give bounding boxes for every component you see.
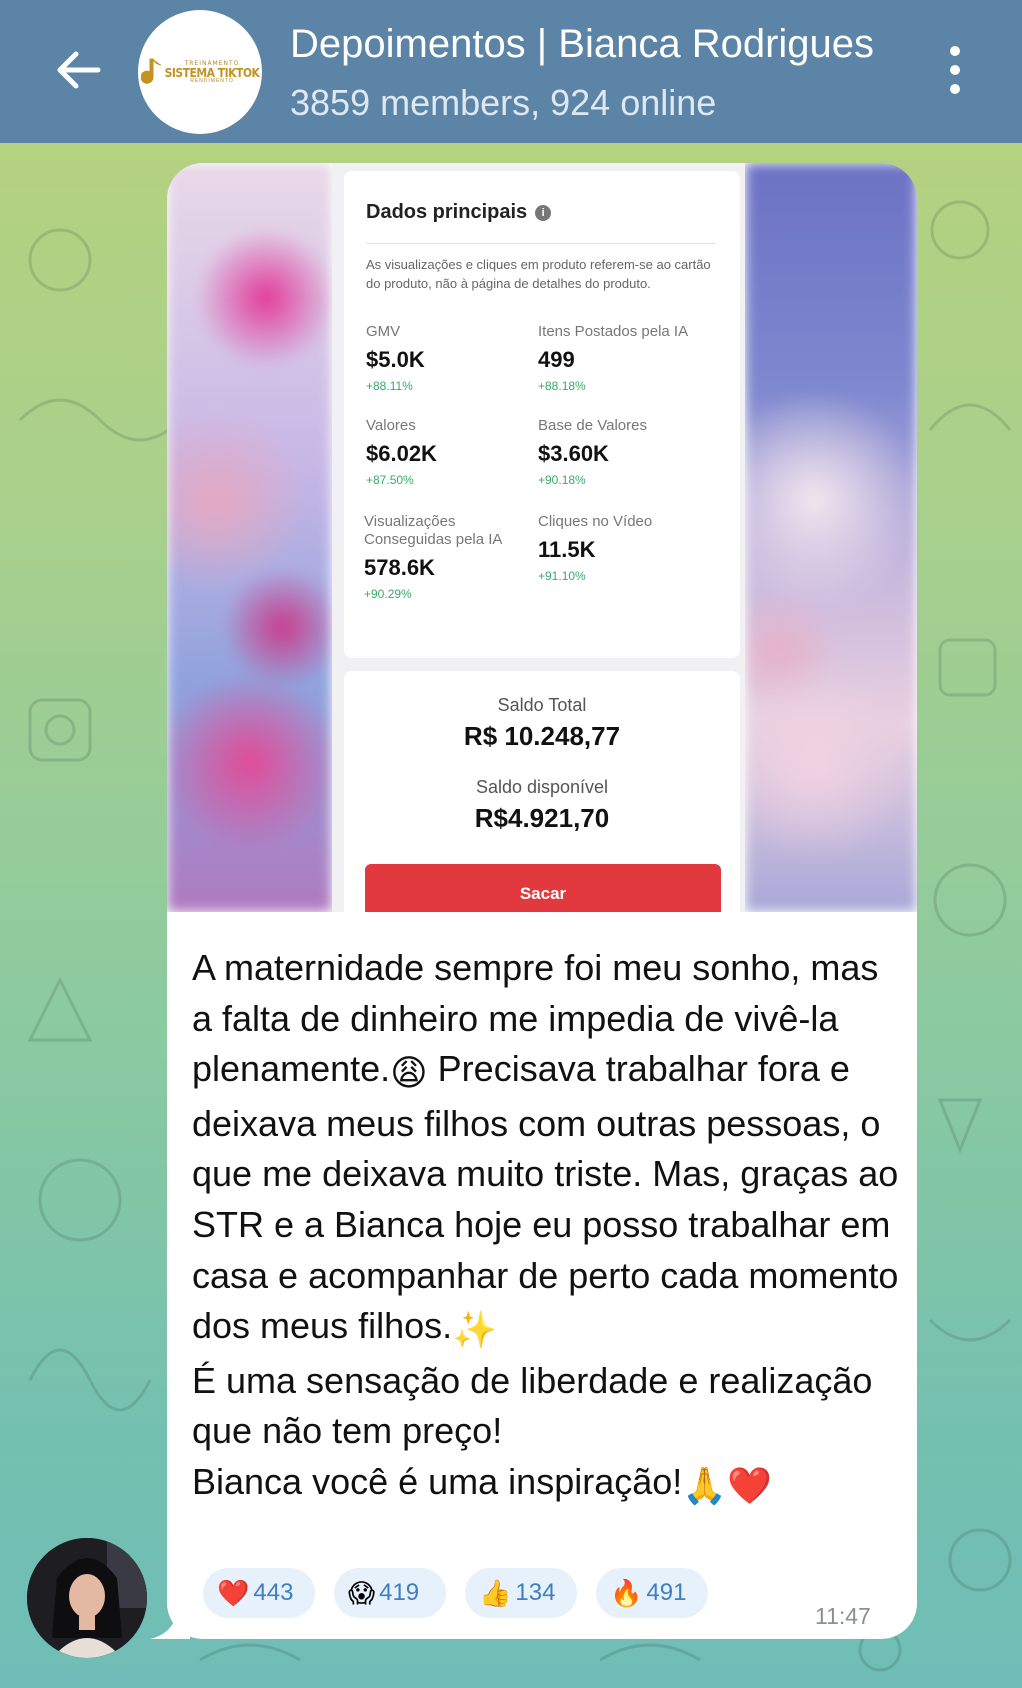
channel-logo: TREINAMENTO SISTEMA TIKTOK RENDIMENTO	[140, 57, 260, 87]
reaction-heart[interactable]: ❤️ 443	[203, 1568, 315, 1618]
metric-delta: +87.50%	[366, 473, 414, 487]
metric-value: 499	[538, 347, 575, 372]
metric-label: Valores	[366, 417, 416, 434]
metric-label: Itens Postados pela IA	[538, 323, 689, 340]
saldo-disponivel-label: Saldo disponível	[475, 777, 609, 797]
dados-principais-card: Dados principais i As visualizações e cl…	[344, 171, 740, 658]
dashboard-screenshot: Dados principais i As visualizações e cl…	[332, 163, 745, 912]
dot-icon	[950, 65, 960, 75]
metric-itens-postados: Itens Postados pela IA 499 +88.18%	[538, 323, 728, 393]
saldo-total-value: R$ 10.248,77	[463, 721, 621, 751]
reaction-count: 419	[379, 1579, 420, 1606]
saldo-disponivel-value: R$4.921,70	[474, 803, 610, 833]
metric-value: 578.6K	[364, 555, 435, 580]
blurred-flowers-right	[745, 163, 917, 912]
metric-value: $5.0K	[366, 347, 425, 372]
metric-base-valores: Base de Valores $3.60K +90.18%	[538, 417, 728, 487]
reaction-count: 491	[646, 1579, 687, 1606]
message-text: A maternidade sempre foi meu sonho, mas …	[192, 943, 902, 1512]
message-time: 11:47	[815, 1603, 871, 1629]
metric-label: Visualizações Conseguidas pela IA	[364, 513, 503, 548]
channel-avatar[interactable]: TREINAMENTO SISTEMA TIKTOK RENDIMENTO	[138, 10, 262, 134]
metric-valores: Valores $6.02K +87.50%	[366, 417, 556, 487]
message-line-4: Bianca você é uma inspiração!	[192, 1460, 683, 1502]
more-menu-button[interactable]	[940, 40, 970, 100]
sacar-button: Sacar	[365, 864, 721, 912]
thumbs-up-icon: 👍	[479, 1577, 512, 1608]
back-button[interactable]	[48, 40, 108, 100]
card-title: Dados principais	[366, 201, 528, 223]
channel-member-count: 3859 members, 924 online	[290, 82, 717, 123]
arrow-left-icon	[57, 51, 101, 89]
info-icon: i	[535, 204, 552, 221]
reaction-thumbs-up[interactable]: 👍 134	[465, 1568, 577, 1618]
message-photo[interactable]: Dados principais i As visualizações e cl…	[167, 163, 917, 912]
logo-sub-text: RENDIMENTO	[190, 77, 234, 84]
metric-visualizacoes: Visualizações Conseguidas pela IA 578.6K…	[364, 513, 534, 601]
metric-label: GMV	[366, 323, 401, 340]
sender-avatar[interactable]	[27, 1538, 147, 1658]
divider	[366, 243, 716, 244]
metric-label: Base de Valores	[538, 417, 647, 434]
message-line-3: É uma sensação de liberdade e realização…	[192, 1359, 873, 1452]
heart-icon: ❤️	[217, 1577, 250, 1608]
metric-delta: +88.18%	[538, 379, 586, 393]
fire-icon: 🔥	[610, 1577, 643, 1608]
message-bubble: Dados principais i As visualizações e cl…	[167, 163, 917, 1639]
card-title-row: Dados principais i	[366, 201, 552, 224]
music-note-icon	[140, 58, 161, 84]
metric-value: 11.5K	[538, 537, 596, 562]
metric-delta: +90.29%	[364, 587, 412, 601]
dot-icon	[950, 46, 960, 56]
metric-delta: +91.10%	[538, 569, 586, 583]
message-line-2: Precisava trabalhar fora e deixava meus …	[192, 1048, 899, 1347]
card-description: As visualizações e cliques em produto re…	[366, 257, 711, 291]
reaction-count: 443	[253, 1579, 294, 1606]
chat-header: TREINAMENTO SISTEMA TIKTOK RENDIMENTO De…	[0, 0, 1022, 143]
metric-label: Cliques no Vídeo	[538, 513, 653, 530]
metric-delta: +90.18%	[538, 473, 586, 487]
reaction-shocked[interactable]: 😱 419	[334, 1568, 446, 1618]
shocked-face-icon: 😱	[348, 1577, 376, 1608]
user-photo	[27, 1538, 147, 1658]
metric-cliques-video: Cliques no Vídeo 11.5K +91.10%	[538, 513, 728, 583]
metric-value: $3.60K	[538, 441, 609, 466]
blurred-flowers-left	[167, 163, 332, 912]
metric-gmv: GMV $5.0K +88.11%	[366, 323, 556, 393]
metric-delta: +88.11%	[366, 379, 413, 393]
praying-hands-heart-icon: 🙏❤️	[682, 1464, 772, 1506]
weary-face-icon: 😩	[390, 1052, 428, 1094]
reaction-fire[interactable]: 🔥 491	[596, 1568, 708, 1618]
saldo-total-label: Saldo Total	[497, 695, 587, 715]
dot-icon	[950, 84, 960, 94]
logo-main-text: SISTEMA TIKTOK	[164, 65, 260, 80]
metric-value: $6.02K	[366, 441, 437, 466]
sparkles-icon: ✨	[452, 1309, 497, 1351]
reaction-count: 134	[515, 1579, 556, 1606]
channel-title[interactable]: Depoimentos | Bianca Rodrigues	[290, 22, 874, 67]
